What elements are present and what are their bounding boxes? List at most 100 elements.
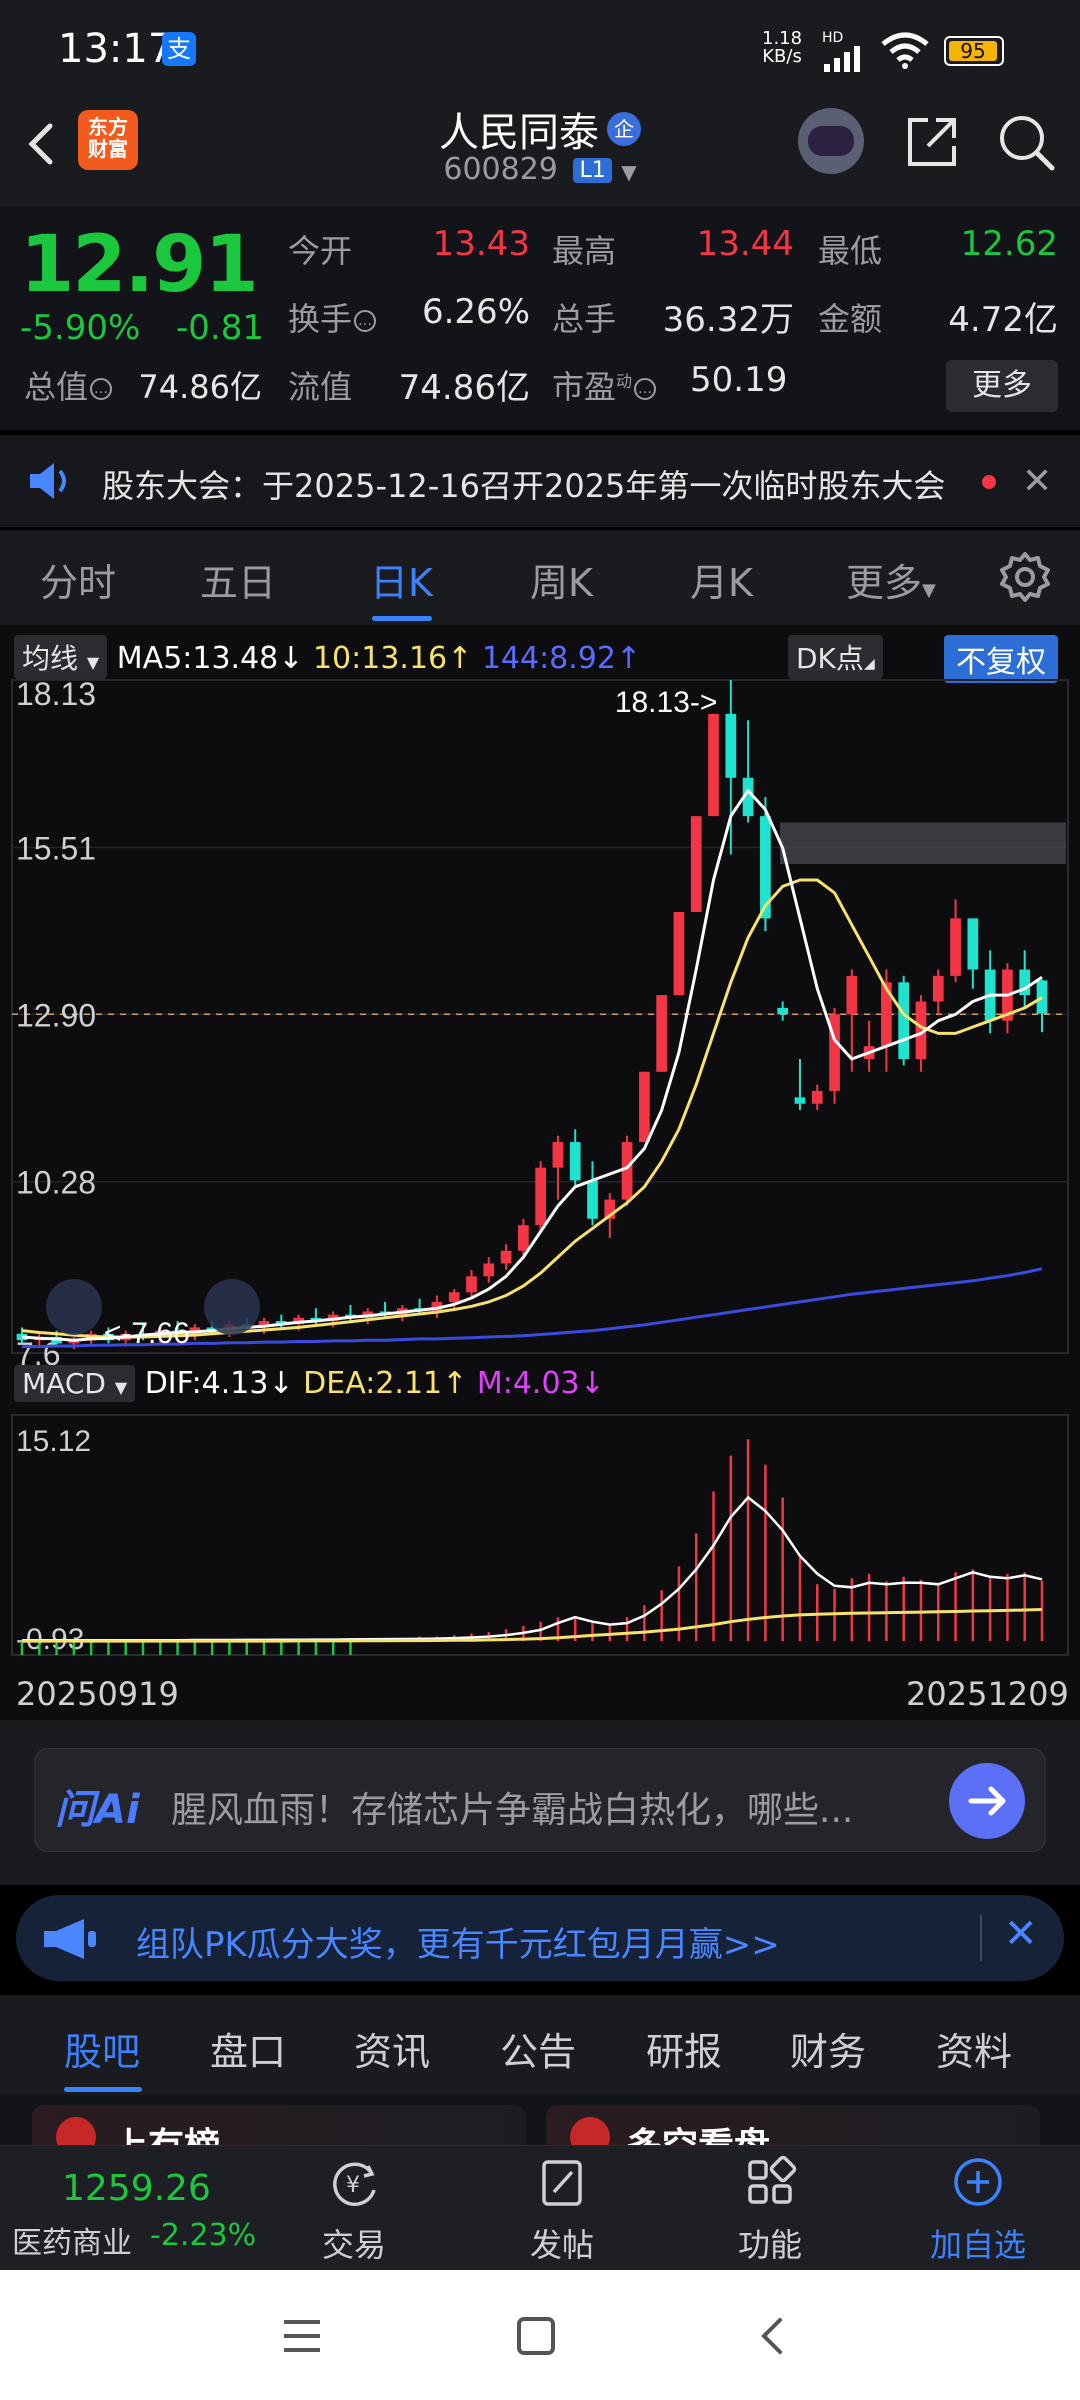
- candle-body: [794, 1097, 806, 1104]
- system-nav-bar: [0, 2270, 1080, 2400]
- candle-body: [587, 1180, 598, 1219]
- float-label: 流值: [288, 368, 353, 406]
- price-axis-label: 18.13: [16, 676, 96, 712]
- candle-body: [656, 995, 668, 1072]
- info-tabs: 股吧 盘口 资讯 公告 研报 财务 资料: [0, 1995, 1080, 2095]
- svg-text:¥: ¥: [346, 2173, 360, 2198]
- tab-weekly-k[interactable]: 周K: [530, 552, 593, 607]
- nav-functions[interactable]: 功能: [710, 2155, 830, 2266]
- gear-icon[interactable]: [998, 550, 1052, 604]
- collapse-panel-icon: [46, 1279, 102, 1335]
- turnover-label[interactable]: 换手…: [288, 294, 377, 340]
- ai-question-box[interactable]: 问Ai 腥风血雨！存储芯片争霸战白热化，哪些...: [34, 1748, 1046, 1852]
- candle-body: [517, 1225, 529, 1251]
- nav-trade[interactable]: ¥ 交易: [294, 2156, 414, 2266]
- tab-five-day[interactable]: 五日: [200, 552, 276, 607]
- nav-functions-label: 功能: [737, 2226, 802, 2264]
- pe-label[interactable]: 市盈动…: [552, 362, 657, 408]
- alipay-icon: 支: [162, 32, 196, 66]
- candle-body: [725, 713, 737, 778]
- turnover-label-text: 换手: [288, 300, 353, 338]
- tab-guba[interactable]: 股吧: [64, 2021, 140, 2076]
- pe-label-text: 市盈: [552, 368, 617, 406]
- price-axis-label: 10.28: [16, 1165, 96, 1201]
- candle-body: [483, 1263, 495, 1277]
- network-speed-unit: KB/s: [762, 46, 802, 67]
- peek-card[interactable]: 上有榜: [32, 2105, 526, 2145]
- tab-more[interactable]: 更多▼: [846, 552, 936, 607]
- nav-add-watchlist[interactable]: 加自选: [918, 2156, 1038, 2266]
- kline-chart[interactable]: 均线 ▼ MA5:13.48↓ 10:13.16↑ 144:8.92↑ DK点◢…: [0, 625, 1080, 1720]
- notice-text: 股东大会：于2025-12-16召开2025年第一次临时股东大会: [102, 467, 946, 505]
- pe-value: 50.19: [690, 360, 788, 400]
- volume-value: 36.32万: [662, 300, 794, 340]
- change-percent: -5.90%: [20, 308, 141, 348]
- signal-icon: [824, 46, 860, 72]
- open-value: 13.43: [432, 224, 530, 264]
- share-icon[interactable]: [902, 112, 962, 172]
- candle-body: [448, 1292, 460, 1302]
- tab-monthly-k[interactable]: 月K: [690, 552, 753, 607]
- menu-icon[interactable]: [282, 2316, 322, 2356]
- mktcap-label[interactable]: 总值…: [24, 362, 113, 408]
- peek-card-title: 多空看盘: [626, 2117, 770, 2145]
- home-icon[interactable]: [516, 2316, 556, 2356]
- low-value: 12.62: [960, 224, 1058, 264]
- enterprise-badge: 企: [607, 112, 641, 146]
- candle-body: [621, 1142, 633, 1200]
- chart-canvas: 18.1315.5112.9010.287.615.12-0.93 18.13-…: [11, 676, 1069, 1656]
- peek-card[interactable]: 多空看盘: [546, 2105, 1040, 2145]
- price-axis-label: 12.90: [16, 997, 96, 1033]
- more-button[interactable]: 更多: [946, 360, 1058, 412]
- tab-more-label: 更多: [846, 561, 923, 605]
- m-value: M:4.03: [476, 1366, 580, 1401]
- divider: [980, 1915, 982, 1961]
- dif-line: [22, 1495, 1043, 1642]
- candle-body: [811, 1090, 823, 1104]
- close-icon[interactable]: ✕: [1004, 1911, 1038, 1957]
- ma10-line: [21, 878, 1043, 1339]
- nav-post[interactable]: 发帖: [502, 2156, 622, 2266]
- edit-icon: [542, 2160, 582, 2206]
- macd-selector-label: MACD: [22, 1367, 106, 1400]
- tab-daily-k[interactable]: 日K: [370, 552, 433, 607]
- search-icon[interactable]: [994, 110, 1058, 174]
- ai-question-text: 腥风血雨！存储芯片争霸战白热化，哪些...: [171, 1790, 854, 1831]
- expand-icon: [204, 1279, 260, 1335]
- speaker-icon: [30, 463, 66, 499]
- tab-announcements[interactable]: 公告: [500, 2021, 576, 2076]
- candle-body: [898, 982, 910, 1060]
- up-arrow-icon: ↑: [442, 1366, 468, 1401]
- network-speed: 1.18 KB/s: [762, 30, 802, 66]
- down-arrow-icon: ↓: [579, 1366, 605, 1401]
- ai-logo: 问Ai: [55, 1787, 140, 1833]
- yen-cycle-icon: ¥: [333, 2162, 376, 2207]
- notice-bar[interactable]: 股东大会：于2025-12-16召开2025年第一次临时股东大会 ✕: [0, 435, 1080, 527]
- ai-robot-icon[interactable]: [798, 108, 864, 174]
- arrow-right-icon[interactable]: [949, 1763, 1025, 1839]
- promo-text: 组队PK瓜分大奖，更有千元红包月月赢>>: [136, 1925, 780, 1965]
- clock: 13:17: [58, 26, 174, 72]
- close-icon[interactable]: ✕: [1022, 461, 1052, 502]
- ai-assistant-bar: 问Ai 腥风血雨！存储芯片争霸战白热化，哪些...: [0, 1720, 1080, 1885]
- dif-value: DIF:4.13: [144, 1366, 269, 1401]
- date-end: 20251209: [906, 1675, 1069, 1713]
- stock-code: 600829: [443, 152, 558, 187]
- candle-body: [569, 1142, 581, 1181]
- back-icon[interactable]: [752, 2316, 792, 2356]
- tab-intraday[interactable]: 分时: [40, 552, 116, 607]
- chevron-down-icon: ▼: [621, 160, 637, 184]
- wifi-icon: [881, 32, 929, 69]
- unread-dot: [982, 475, 996, 489]
- tab-pankou[interactable]: 盘口: [210, 2021, 286, 2076]
- tab-profile[interactable]: 资料: [936, 2021, 1012, 2076]
- candle-body: [552, 1142, 564, 1168]
- tab-finance[interactable]: 财务: [790, 2021, 866, 2076]
- grid-icon: [748, 2155, 797, 2204]
- tab-news[interactable]: 资讯: [354, 2021, 430, 2076]
- promo-banner[interactable]: 组队PK瓜分大奖，更有千元红包月月赢>> ✕: [16, 1895, 1064, 1981]
- tab-research[interactable]: 研报: [646, 2021, 722, 2076]
- macd-selector[interactable]: MACD ▼: [14, 1365, 136, 1402]
- sector-index-change: -2.23%: [150, 2218, 257, 2253]
- candle-body: [673, 912, 685, 996]
